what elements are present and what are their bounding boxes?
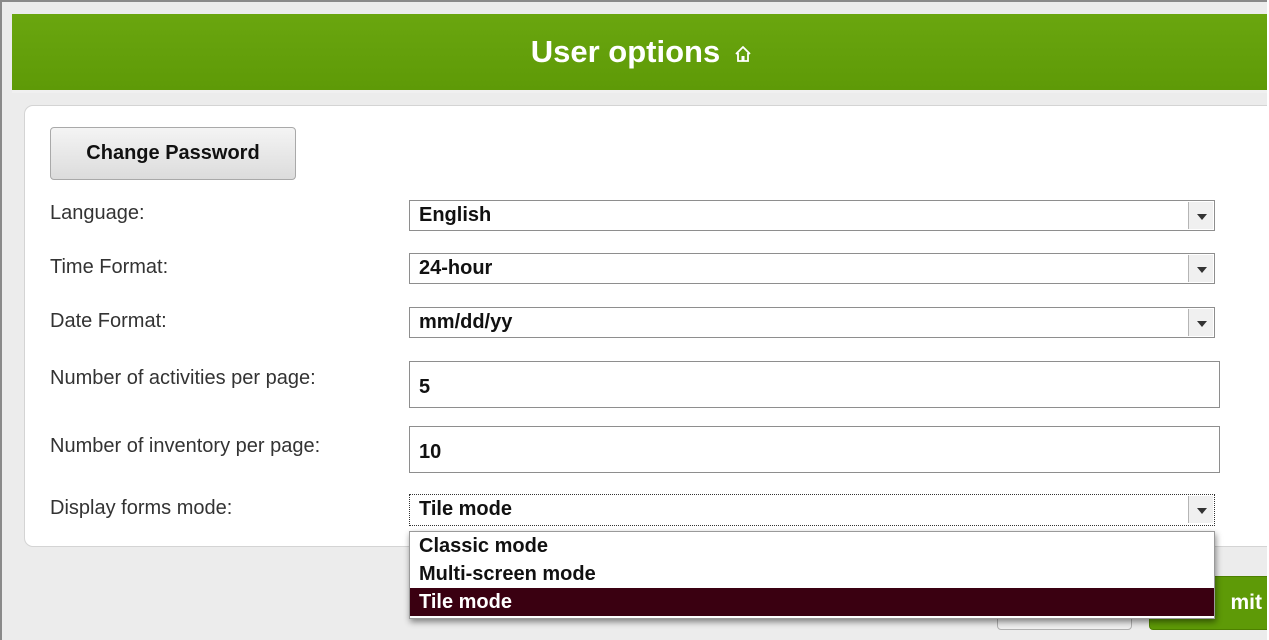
page-header: User options <box>12 14 1267 93</box>
time-format-label: Time Format: <box>50 256 169 278</box>
display-forms-mode-value: Tile mode <box>419 498 512 520</box>
language-select[interactable]: English <box>409 200 1215 231</box>
dropdown-option-classic[interactable]: Classic mode <box>410 532 1214 560</box>
home-icon[interactable] <box>734 45 752 63</box>
chevron-down-icon[interactable] <box>1188 202 1213 229</box>
chevron-down-icon[interactable] <box>1188 255 1213 282</box>
date-format-value: mm/dd/yy <box>419 311 513 333</box>
chevron-down-icon[interactable] <box>1188 309 1213 336</box>
activities-per-page-input[interactable]: 5 <box>409 361 1220 408</box>
activities-per-page-label: Number of activities per page: <box>50 367 316 389</box>
inventory-per-page-label: Number of inventory per page: <box>50 435 321 457</box>
display-forms-mode-select[interactable]: Tile mode <box>409 494 1215 526</box>
date-format-label: Date Format: <box>50 310 167 332</box>
display-forms-mode-label: Display forms mode: <box>50 497 233 519</box>
dropdown-option-multi-screen[interactable]: Multi-screen mode <box>410 560 1214 588</box>
display-forms-mode-dropdown: Classic mode Multi-screen mode Tile mode <box>409 531 1215 619</box>
inventory-per-page-input[interactable]: 10 <box>409 426 1220 473</box>
date-format-select[interactable]: mm/dd/yy <box>409 307 1215 338</box>
time-format-select[interactable]: 24-hour <box>409 253 1215 284</box>
language-value: English <box>419 204 492 226</box>
time-format-value: 24-hour <box>419 257 493 279</box>
language-label: Language: <box>50 202 145 224</box>
dropdown-option-tile[interactable]: Tile mode <box>410 588 1214 616</box>
page-title: User options <box>530 34 721 69</box>
app-frame: User options Change Password Language: E… <box>0 0 1267 640</box>
change-password-button[interactable]: Change Password <box>50 127 296 180</box>
submit-label: mit <box>1230 591 1263 614</box>
chevron-down-icon[interactable] <box>1188 496 1213 523</box>
